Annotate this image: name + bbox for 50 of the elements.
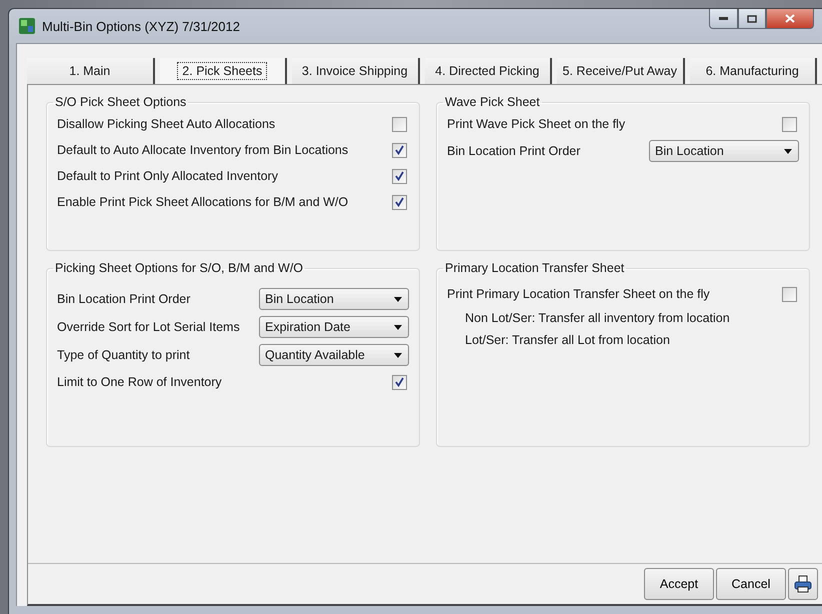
checkbox-label: Enable Print Pick Sheet Allocations for B/M and W/O <box>57 195 348 209</box>
caret-icon <box>394 324 402 330</box>
note-text: Non Lot/Ser: Transfer all inventory from location <box>465 311 730 326</box>
window-title: Multi-Bin Options (XYZ) 7/31/2012 <box>42 18 241 34</box>
minimize-icon <box>719 17 728 20</box>
checkbox[interactable] <box>392 374 407 390</box>
dropdown[interactable]: Expiration Date <box>259 316 409 338</box>
dropdown[interactable]: Quantity Available <box>259 344 409 366</box>
minimize-button[interactable] <box>709 9 738 29</box>
group-title: Primary Location Transfer Sheet <box>444 261 626 276</box>
checkbox-label: Default to Print Only Allocated Inventory <box>57 169 278 183</box>
checkbox[interactable] <box>782 116 797 132</box>
caret-icon <box>394 352 402 358</box>
group-title: Wave Pick Sheet <box>444 95 541 109</box>
checkbox[interactable] <box>782 286 797 302</box>
field-label: Type of Quantity to print <box>57 348 190 362</box>
tab[interactable]: 2. Pick Sheets <box>160 58 287 84</box>
group-title: Picking Sheet Options for S/O, B/M and W/O <box>54 261 304 276</box>
tab[interactable]: 1. Main <box>27 58 154 84</box>
checkbox-label: Limit to One Row of Inventory <box>57 375 222 390</box>
checkbox[interactable] <box>392 142 407 158</box>
dialog-button[interactable]: Accept <box>644 568 714 600</box>
tab[interactable]: 3. Invoice Shipping <box>292 58 420 84</box>
checkbox[interactable] <box>392 194 407 210</box>
tab[interactable]: 5. Receive/Put Away <box>557 58 684 84</box>
tab[interactable]: 4. Directed Picking <box>424 58 552 84</box>
checkbox-label: Print Wave Pick Sheet on the fly <box>447 117 626 131</box>
field-label: Override Sort for Lot Serial Items <box>57 320 240 334</box>
note-text: Lot/Ser: Transfer all Lot from location <box>465 333 670 348</box>
field-label: Bin Location Print Order <box>57 292 190 306</box>
maximize-icon <box>747 14 757 22</box>
group-title: S/O Pick Sheet Options <box>54 95 188 109</box>
checkbox-label: Default to Auto Allocate Inventory from Bin Locations <box>57 143 348 157</box>
close-icon <box>785 14 795 23</box>
close-button[interactable] <box>766 9 814 29</box>
dropdown[interactable]: Bin Location <box>259 288 409 310</box>
printer-icon <box>794 575 812 593</box>
dropdown[interactable]: Bin Location <box>649 140 799 162</box>
checkbox[interactable] <box>392 168 407 184</box>
checkbox[interactable] <box>392 116 407 132</box>
tab[interactable]: 6. Manufacturing <box>690 58 817 84</box>
caret-icon <box>394 296 402 302</box>
app-icon <box>18 17 36 35</box>
checkbox-label: Print Primary Location Transfer Sheet on the fly <box>447 287 710 302</box>
maximize-button[interactable] <box>738 9 766 29</box>
checkbox-label: Disallow Picking Sheet Auto Allocations <box>57 117 276 131</box>
dialog-button[interactable]: Cancel <box>716 568 786 600</box>
print-button[interactable] <box>788 568 818 600</box>
caret-icon <box>784 148 792 154</box>
field-label: Bin Location Print Order <box>447 144 580 158</box>
